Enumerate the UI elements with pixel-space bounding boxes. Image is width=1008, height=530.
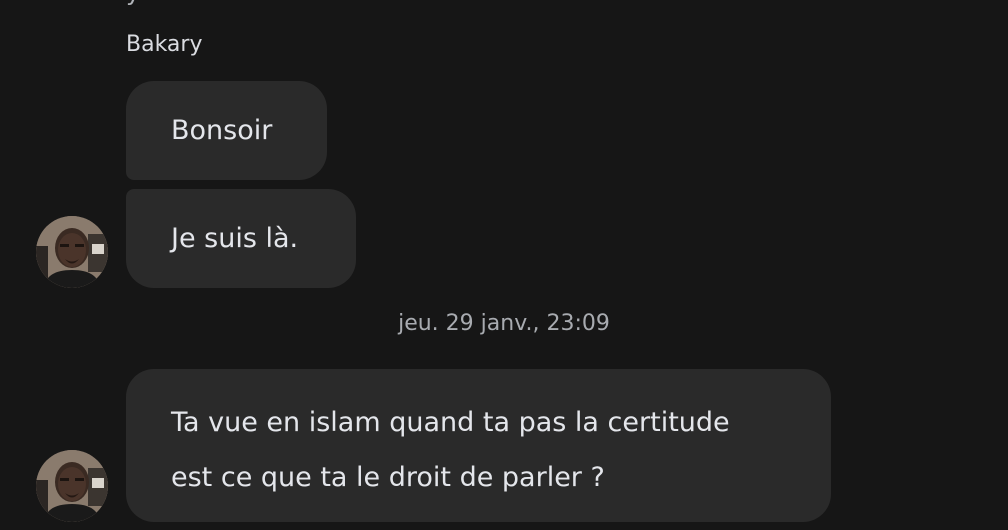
message-bubble-je-suis-la[interactable]: Je suis là. (126, 189, 356, 288)
message-text: Je suis là. (171, 223, 299, 254)
date-separator: jeu. 29 janv., 23:09 (398, 311, 610, 336)
sender-avatar[interactable] (36, 450, 108, 522)
message-bubble-question[interactable]: Ta vue en islam quand ta pas la certitud… (126, 369, 831, 522)
sender-avatar[interactable] (36, 216, 108, 288)
message-bubble-bonsoir[interactable]: Bonsoir (126, 81, 327, 180)
message-text: Bonsoir (171, 115, 273, 146)
avatar-photo-icon (36, 216, 108, 288)
previous-message-fragment: y (126, 0, 140, 6)
message-text-line-1: Ta vue en islam quand ta pas la certitud… (171, 407, 730, 438)
sender-name: Bakary (126, 32, 203, 57)
message-text-line-2: est ce que ta le droit de parler ? (171, 462, 605, 493)
avatar-photo-icon (36, 450, 108, 522)
